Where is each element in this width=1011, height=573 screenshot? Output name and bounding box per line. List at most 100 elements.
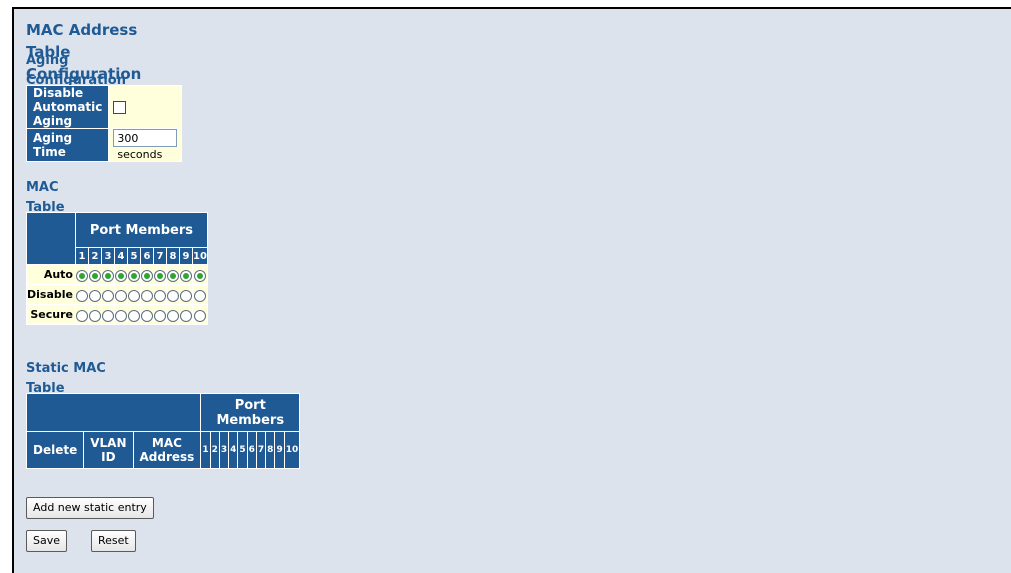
learning-heading: MAC Table Learning bbox=[26, 180, 91, 235]
learning-radio-cell bbox=[126, 284, 141, 305]
static-port-number: 8 bbox=[265, 431, 276, 469]
learning-radio-secure[interactable] bbox=[127, 309, 140, 322]
learning-radio-disable[interactable] bbox=[127, 289, 140, 302]
static-port-number: 1 bbox=[200, 431, 211, 469]
learning-radio-cell bbox=[152, 264, 167, 285]
learning-radio-cell bbox=[165, 284, 180, 305]
learning-radio-cell bbox=[139, 304, 154, 325]
learning-radio-auto[interactable] bbox=[114, 269, 127, 282]
learning-radio-cell bbox=[113, 264, 128, 285]
learning-radio-disable[interactable] bbox=[75, 289, 88, 302]
col-mac-address: MAC Address bbox=[132, 431, 202, 469]
learning-row-disable: Disable bbox=[26, 284, 208, 305]
learning-radio-cell bbox=[191, 304, 208, 325]
learning-radio-secure[interactable] bbox=[114, 309, 127, 322]
learning-radio-cell bbox=[152, 284, 167, 305]
learning-row-label: Disable bbox=[26, 284, 76, 305]
learning-header-row: Port Members bbox=[26, 212, 208, 265]
learning-radio-disable[interactable] bbox=[101, 289, 114, 302]
add-static-entry-button[interactable]: Add new static entry bbox=[26, 497, 154, 519]
static-port-number: 9 bbox=[274, 431, 285, 469]
learning-radio-cell bbox=[178, 304, 193, 325]
learning-radio-cell bbox=[100, 264, 115, 285]
learning-radio-disable[interactable] bbox=[88, 289, 101, 302]
static-port-number: 7 bbox=[255, 431, 267, 469]
static-port-number: 6 bbox=[246, 431, 257, 469]
learning-radio-secure[interactable] bbox=[88, 309, 101, 322]
learning-radio-secure[interactable] bbox=[193, 309, 206, 322]
disable-aging-checkbox[interactable] bbox=[113, 101, 127, 114]
main-panel: MAC Address Table Configuration Aging Co… bbox=[12, 7, 1011, 573]
learning-radio-auto[interactable] bbox=[166, 269, 179, 282]
learning-radio-disable[interactable] bbox=[179, 289, 192, 302]
learning-radio-secure[interactable] bbox=[166, 309, 179, 322]
static-port-number: 2 bbox=[209, 431, 220, 469]
static-port-number: 3 bbox=[218, 431, 230, 469]
learning-port-number: 9 bbox=[178, 247, 193, 265]
learning-row-auto: Auto bbox=[26, 264, 208, 285]
static-port-number: 4 bbox=[228, 431, 239, 469]
learning-port-number: 3 bbox=[100, 247, 115, 265]
aging-time-cell: seconds bbox=[108, 128, 183, 162]
page-title: MAC Address Table Configuration bbox=[26, 21, 142, 83]
learning-body: Auto Disable Secure bbox=[26, 264, 208, 325]
learning-radio-cell bbox=[100, 304, 115, 325]
learning-table: Port Members 1 2 3 4 5 6 7 8 9 10 Auto Disable Secu… bbox=[26, 212, 208, 325]
disable-aging-cell bbox=[108, 85, 183, 129]
learning-row-secure: Secure bbox=[26, 304, 208, 325]
learning-radio-disable[interactable] bbox=[166, 289, 179, 302]
aging-heading: Aging Configuration bbox=[26, 53, 126, 88]
learning-radio-disable[interactable] bbox=[140, 289, 153, 302]
learning-radio-auto[interactable] bbox=[140, 269, 153, 282]
learning-radio-secure[interactable] bbox=[153, 309, 166, 322]
learning-port-number: 2 bbox=[87, 247, 102, 265]
learning-radio-cell bbox=[113, 304, 128, 325]
learning-radio-disable[interactable] bbox=[153, 289, 166, 302]
learning-radio-disable[interactable] bbox=[114, 289, 127, 302]
learning-radio-cell bbox=[87, 264, 102, 285]
col-vlan-id: VLAN ID bbox=[83, 431, 134, 469]
learning-radio-auto[interactable] bbox=[75, 269, 88, 282]
learning-radio-cell bbox=[74, 264, 89, 285]
static-mac-table: Port Members Delete VLAN ID MAC Address … bbox=[25, 393, 301, 469]
learning-corner-cell bbox=[26, 212, 76, 265]
learning-row-label: Auto bbox=[26, 264, 76, 285]
learning-port-number: 1 bbox=[74, 247, 89, 265]
static-port-members-header: Port Members bbox=[200, 393, 301, 432]
learning-radio-auto[interactable] bbox=[179, 269, 192, 282]
learning-port-number: 10 bbox=[191, 247, 208, 265]
learning-radio-cell bbox=[165, 264, 180, 285]
learning-radio-auto[interactable] bbox=[153, 269, 166, 282]
learning-radio-cell bbox=[126, 264, 141, 285]
learning-radio-secure[interactable] bbox=[75, 309, 88, 322]
learning-radio-auto[interactable] bbox=[193, 269, 206, 282]
learning-radio-secure[interactable] bbox=[179, 309, 192, 322]
learning-radio-auto[interactable] bbox=[127, 269, 140, 282]
learning-port-number: 8 bbox=[165, 247, 180, 265]
learning-radio-auto[interactable] bbox=[88, 269, 101, 282]
learning-radio-cell bbox=[126, 304, 141, 325]
learning-port-number: 6 bbox=[139, 247, 154, 265]
col-delete: Delete bbox=[25, 431, 85, 469]
learning-radio-cell bbox=[74, 304, 89, 325]
aging-time-row: Aging Time seconds bbox=[25, 128, 183, 162]
aging-time-label: Aging Time bbox=[25, 128, 110, 162]
learning-radio-auto[interactable] bbox=[101, 269, 114, 282]
learning-radio-cell bbox=[87, 304, 102, 325]
learning-radio-cell bbox=[178, 264, 193, 285]
learning-port-number: 4 bbox=[113, 247, 128, 265]
learning-radio-cell bbox=[178, 284, 193, 305]
learning-radio-secure[interactable] bbox=[140, 309, 153, 322]
save-button[interactable]: Save bbox=[26, 530, 68, 552]
static-column-row: Delete VLAN ID MAC Address 1 2 3 4 5 6 7 8 9 10 bbox=[25, 431, 301, 469]
static-header-row: Port Members bbox=[25, 393, 301, 432]
aging-disable-row: Disable Automatic Aging bbox=[25, 85, 183, 129]
disable-aging-label: Disable Automatic Aging bbox=[25, 85, 110, 129]
learning-radio-cell bbox=[191, 284, 208, 305]
learning-radio-cell bbox=[87, 284, 102, 305]
learning-radio-secure[interactable] bbox=[101, 309, 114, 322]
static-heading: Static MAC Table Configuration bbox=[26, 361, 126, 416]
learning-radio-disable[interactable] bbox=[193, 289, 206, 302]
aging-time-input[interactable] bbox=[113, 129, 178, 147]
reset-button[interactable]: Reset bbox=[91, 530, 136, 552]
